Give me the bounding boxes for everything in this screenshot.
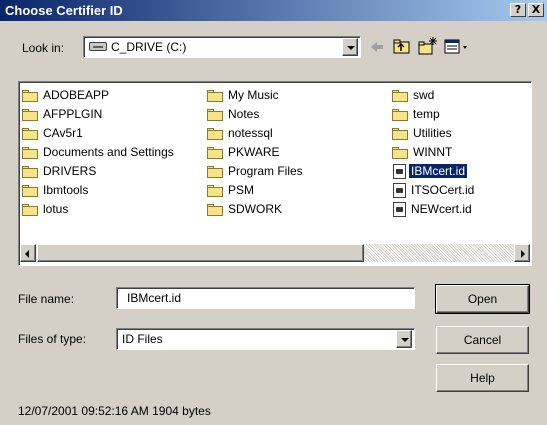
folder-icon xyxy=(392,108,408,121)
title-bar[interactable]: Choose Certifier ID ? X xyxy=(0,0,547,21)
cancel-button[interactable]: Cancel xyxy=(436,326,529,354)
folder-item[interactable]: SDWORK xyxy=(207,200,284,218)
back-arrow-icon[interactable] xyxy=(368,38,386,56)
item-label: My Music xyxy=(228,88,279,102)
folder-item[interactable]: Program Files xyxy=(207,162,305,180)
help-title-button[interactable]: ? xyxy=(510,3,526,17)
folder-item[interactable]: lotus xyxy=(22,200,70,218)
item-label: Documents and Settings xyxy=(43,145,174,159)
chevron-down-icon xyxy=(347,46,355,50)
horizontal-scrollbar[interactable] xyxy=(20,244,530,262)
folder-item[interactable]: DRIVERS xyxy=(22,162,98,180)
new-folder-icon[interactable] xyxy=(418,36,438,56)
file-name-input[interactable]: IBMcert.id xyxy=(116,287,415,309)
folder-icon xyxy=(22,108,38,121)
file-list[interactable]: ADOBEAPP AFPPLGIN CAv5r1 Documents and Sett… xyxy=(18,81,532,266)
folder-icon xyxy=(207,127,223,140)
file-item[interactable]: IBMcert.id xyxy=(392,162,468,180)
item-label: ITSOCert.id xyxy=(411,183,475,197)
folder-icon xyxy=(207,203,223,216)
folder-item[interactable]: ADOBEAPP xyxy=(22,86,111,104)
id-file-icon xyxy=(393,202,406,218)
look-in-value: C_DRIVE (C:) xyxy=(111,40,187,54)
scroll-track[interactable] xyxy=(365,244,513,262)
folder-icon xyxy=(22,89,38,102)
item-label: PSM xyxy=(228,183,255,197)
file-item[interactable]: ITSOCert.id xyxy=(392,181,476,199)
item-label: IBMcert.id xyxy=(409,164,468,178)
folder-item[interactable]: PKWARE xyxy=(207,143,282,161)
look-in-dropdown[interactable]: C_DRIVE (C:) xyxy=(83,36,361,58)
folder-icon xyxy=(392,89,408,102)
folder-item[interactable]: CAv5r1 xyxy=(22,124,85,142)
chevron-right-icon xyxy=(521,250,525,258)
help-button[interactable]: Help xyxy=(436,364,529,392)
folder-item[interactable]: temp xyxy=(392,105,442,123)
view-menu-icon[interactable] xyxy=(444,37,470,57)
item-label: NEWcert.id xyxy=(411,202,472,216)
folder-icon xyxy=(207,184,223,197)
item-label: Notes xyxy=(228,107,260,121)
item-label: notessql xyxy=(228,126,273,140)
files-of-type-label: Files of type: xyxy=(18,332,87,346)
status-text: 12/07/2001 09:52:16 AM 1904 bytes xyxy=(18,404,211,418)
id-file-icon xyxy=(393,183,406,199)
scroll-left-button[interactable] xyxy=(20,244,36,262)
folder-item[interactable]: AFPPLGIN xyxy=(22,105,104,123)
file-name-value: IBMcert.id xyxy=(127,291,182,305)
close-button[interactable]: X xyxy=(528,3,544,17)
folder-icon xyxy=(207,165,223,178)
item-label: lotus xyxy=(43,202,69,216)
window-title: Choose Certifier ID xyxy=(5,3,123,18)
folder-icon xyxy=(22,203,38,216)
folder-icon xyxy=(392,146,408,159)
files-of-type-dropdown[interactable]: ID Files xyxy=(116,328,415,350)
item-label: WINNT xyxy=(413,145,453,159)
folder-icon xyxy=(22,184,38,197)
file-name-label: File name: xyxy=(18,292,75,306)
files-of-type-value: ID Files xyxy=(122,332,163,346)
item-label: ADOBEAPP xyxy=(43,88,110,102)
folder-item[interactable]: PSM xyxy=(207,181,256,199)
folder-item[interactable]: Documents and Settings xyxy=(22,143,176,161)
item-label: Utilities xyxy=(413,126,452,140)
files-of-type-dropdown-button[interactable] xyxy=(396,330,412,348)
item-label: DRIVERS xyxy=(43,164,97,178)
id-file-icon xyxy=(393,164,406,180)
folder-icon xyxy=(22,165,38,178)
up-folder-icon[interactable] xyxy=(392,37,412,57)
folder-item[interactable]: Utilities xyxy=(392,124,454,142)
item-label: temp xyxy=(413,107,440,121)
item-label: Program Files xyxy=(228,164,303,178)
item-label: SDWORK xyxy=(228,202,282,216)
folder-icon xyxy=(207,146,223,159)
folder-item[interactable]: My Music xyxy=(207,86,281,104)
item-label: Ibmtools xyxy=(43,183,89,197)
look-in-dropdown-button[interactable] xyxy=(342,38,358,56)
folder-icon xyxy=(207,89,223,102)
item-label: swd xyxy=(413,88,435,102)
folder-item[interactable]: Ibmtools xyxy=(22,181,90,199)
drive-icon xyxy=(89,42,107,51)
folder-icon xyxy=(22,146,38,159)
folder-item[interactable]: WINNT xyxy=(392,143,454,161)
folder-item[interactable]: Notes xyxy=(207,105,261,123)
look-in-label: Look in: xyxy=(22,41,65,55)
item-label: CAv5r1 xyxy=(43,126,83,140)
folder-icon xyxy=(207,108,223,121)
chevron-left-icon xyxy=(25,250,29,258)
folder-icon xyxy=(392,127,408,140)
item-label: PKWARE xyxy=(228,145,280,159)
scroll-right-button[interactable] xyxy=(514,244,530,262)
open-button[interactable]: Open xyxy=(435,284,530,314)
folder-icon xyxy=(22,127,38,140)
folder-item[interactable]: swd xyxy=(392,86,436,104)
file-item[interactable]: NEWcert.id xyxy=(392,200,474,218)
chevron-down-icon xyxy=(401,338,409,342)
item-label: AFPPLGIN xyxy=(43,107,103,121)
folder-item[interactable]: notessql xyxy=(207,124,275,142)
scroll-thumb[interactable] xyxy=(37,244,364,262)
